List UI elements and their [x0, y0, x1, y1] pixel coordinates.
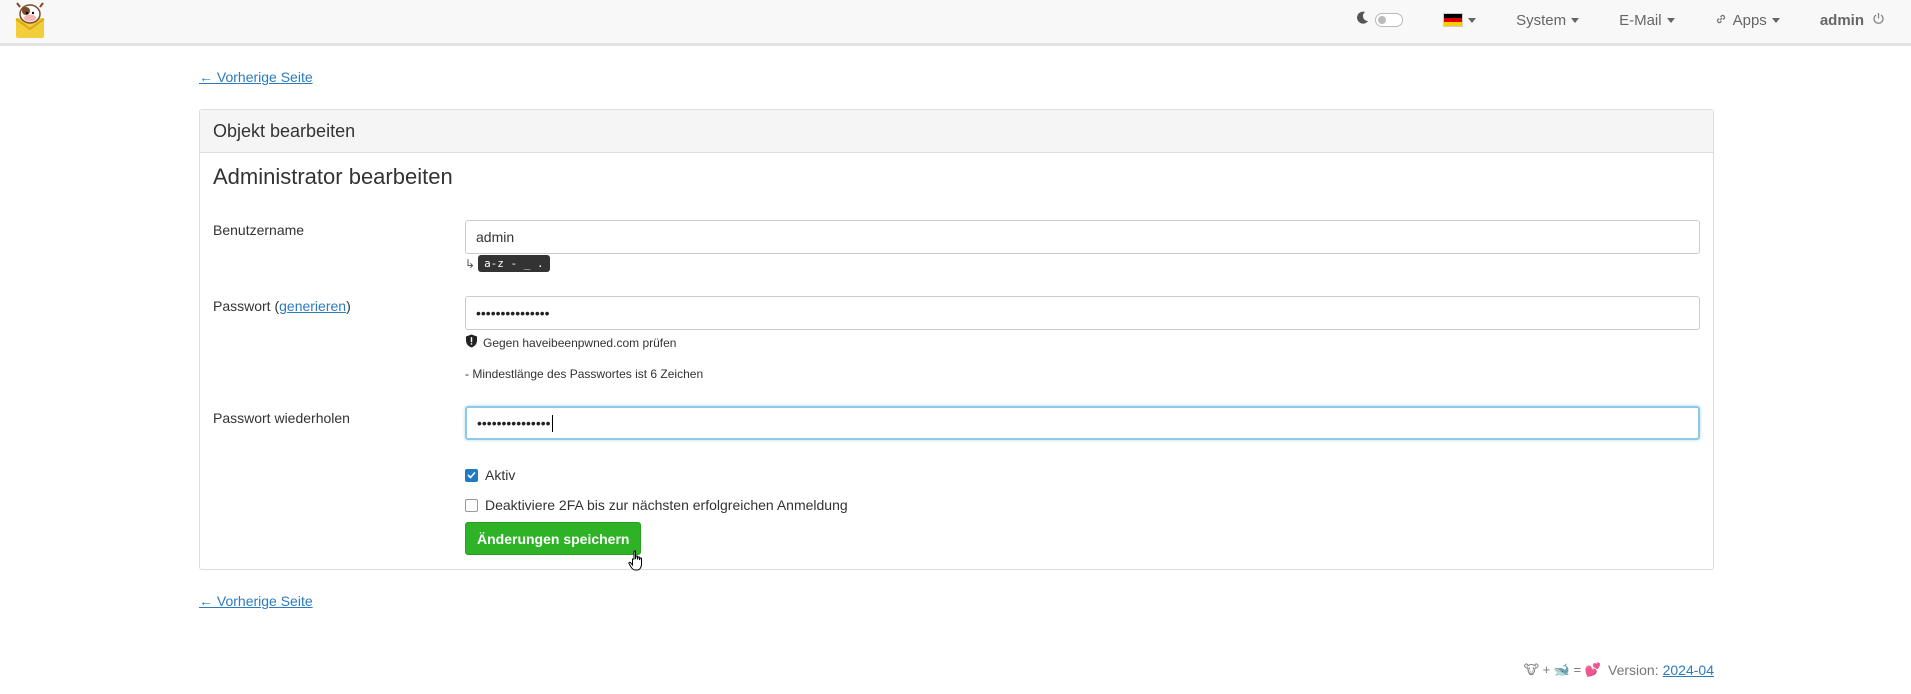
panel-heading: Objekt bearbeiten — [200, 110, 1713, 153]
username-pattern-hint: ↳ a-z - _ . — [465, 255, 550, 272]
toggle-switch[interactable] — [1375, 13, 1404, 27]
username-value: admin — [476, 229, 515, 245]
footer-emoji-text: 🐮 + 🐋 = 💕 — [1523, 662, 1602, 677]
link-icon — [1715, 12, 1727, 29]
system-menu-label: System — [1516, 11, 1567, 29]
hibp-check[interactable]: Gegen haveibeenpwned.com prüfen — [465, 334, 676, 351]
min-length-note: - Mindestlänge des Passwortes ist 6 Zeic… — [465, 367, 704, 381]
previous-page-link-top[interactable]: ← Vorherige Seite — [199, 69, 313, 85]
footer: 🐮 + 🐋 = 💕 Version: 2024-04 — [1521, 662, 1714, 678]
chevron-down-icon — [1571, 17, 1580, 23]
active-checkbox-row[interactable]: Aktiv — [465, 467, 515, 483]
hand-cursor-icon — [628, 550, 646, 576]
password-repeat-value: ••••••••••••••• — [477, 415, 551, 431]
version-label: Version: — [1608, 662, 1659, 678]
dark-mode-toggle[interactable] — [1356, 11, 1404, 29]
chevron-down-icon — [1771, 17, 1780, 23]
chevron-down-icon — [1468, 17, 1477, 23]
email-menu-label: E-Mail — [1619, 11, 1662, 29]
language-dropdown[interactable] — [1443, 13, 1477, 27]
hibp-check-label: Gegen haveibeenpwned.com prüfen — [483, 335, 677, 350]
previous-page-link-bottom[interactable]: ← Vorherige Seite — [199, 593, 313, 609]
password-label: Passwort (generieren) — [213, 298, 351, 314]
version-link[interactable]: 2024-04 — [1663, 662, 1714, 678]
password-label-suffix: ) — [346, 298, 351, 314]
top-navbar: System E-Mail Apps admin — [0, 0, 1911, 46]
password-repeat-input[interactable]: ••••••••••••••• — [465, 406, 1700, 440]
power-icon[interactable] — [1872, 12, 1885, 29]
user-menu[interactable]: admin — [1820, 12, 1885, 29]
pattern-badge: a-z - _ . — [478, 255, 550, 272]
save-changes-button[interactable]: Änderungen speichern — [465, 522, 642, 555]
password-value: ••••••••••••••• — [476, 305, 550, 321]
german-flag-icon — [1443, 13, 1464, 27]
active-label: Aktiv — [485, 467, 516, 483]
disable-2fa-checkbox[interactable] — [465, 498, 478, 512]
apps-menu[interactable]: Apps — [1715, 12, 1780, 29]
generate-password-link[interactable]: generieren — [279, 298, 346, 314]
username-input[interactable]: admin — [465, 220, 1700, 254]
text-cursor — [551, 414, 553, 432]
disable-2fa-label: Deaktiviere 2FA bis zur nächsten erfolgr… — [485, 497, 848, 513]
user-label: admin — [1819, 11, 1864, 29]
email-menu[interactable]: E-Mail — [1619, 12, 1675, 29]
password-label-prefix: Passwort ( — [213, 298, 280, 314]
moon-icon — [1356, 11, 1369, 29]
corner-arrow-icon: ↳ — [465, 256, 476, 271]
password-input[interactable]: ••••••••••••••• — [465, 296, 1700, 330]
password-repeat-label: Passwort wiederholen — [213, 410, 350, 426]
page-title: Administrator bearbeiten — [213, 164, 453, 189]
username-label: Benutzername — [213, 222, 305, 238]
shield-exclamation-icon — [465, 334, 478, 351]
chevron-down-icon — [1666, 17, 1675, 23]
mailcow-logo-icon[interactable] — [12, 2, 48, 40]
system-menu[interactable]: System — [1516, 11, 1580, 29]
edit-object-panel: Objekt bearbeiten Administrator bearbeit… — [199, 109, 1714, 570]
active-checkbox[interactable] — [465, 468, 478, 482]
apps-menu-label: Apps — [1732, 11, 1767, 29]
disable-2fa-checkbox-row[interactable]: Deaktiviere 2FA bis zur nächsten erfolgr… — [465, 497, 848, 513]
